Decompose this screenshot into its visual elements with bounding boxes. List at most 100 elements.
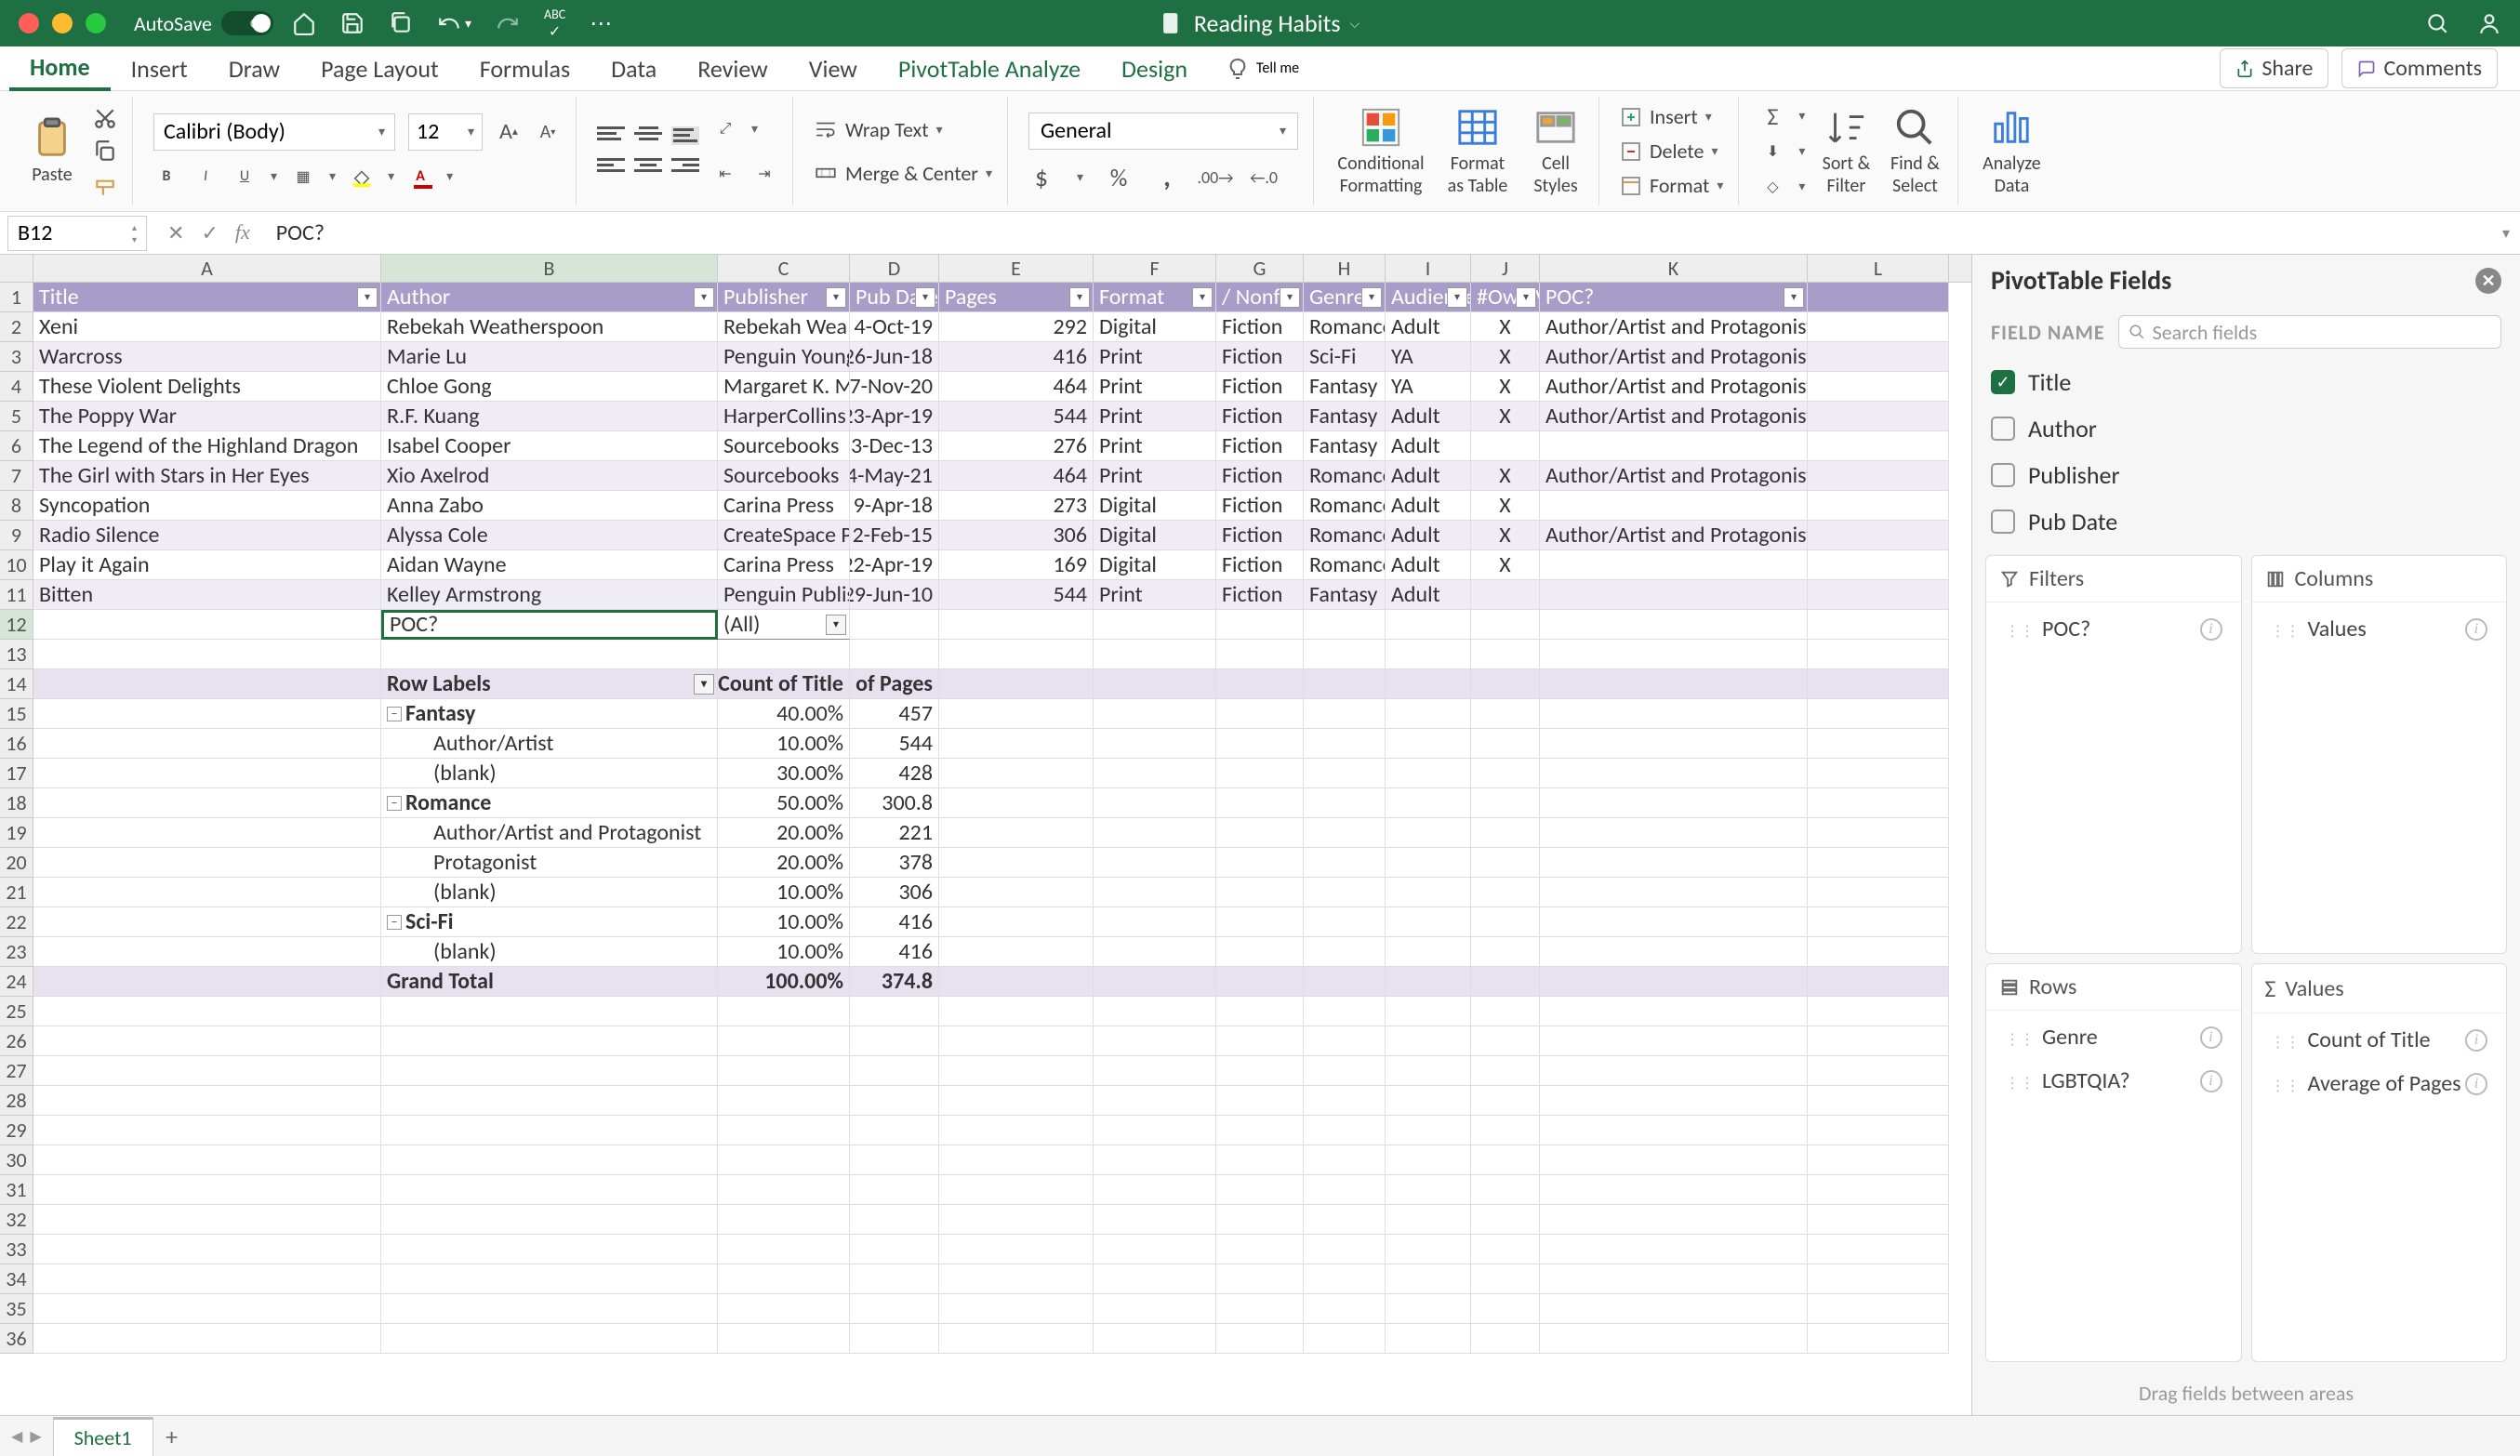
- cell[interactable]: [1386, 759, 1471, 788]
- cell[interactable]: [1304, 818, 1386, 848]
- cell[interactable]: [381, 1026, 718, 1056]
- cell[interactable]: [33, 1264, 381, 1294]
- cell[interactable]: (All)▾: [718, 610, 850, 640]
- cell[interactable]: [33, 1056, 381, 1086]
- cell[interactable]: 10.00%: [718, 729, 850, 759]
- cell[interactable]: [1540, 878, 1808, 907]
- cell[interactable]: [1808, 878, 1949, 907]
- cell[interactable]: Print: [1094, 461, 1216, 491]
- cell[interactable]: [1540, 729, 1808, 759]
- cell[interactable]: [939, 1294, 1094, 1324]
- cell[interactable]: Penguin Young: [718, 342, 850, 372]
- cell[interactable]: Fiction: [1216, 342, 1304, 372]
- row-header[interactable]: 1: [0, 283, 33, 312]
- cell[interactable]: [33, 640, 381, 669]
- font-name-select[interactable]: Calibri (Body)▾: [153, 113, 395, 151]
- cell[interactable]: [1808, 1116, 1949, 1145]
- cell[interactable]: [850, 1294, 939, 1324]
- area-pill[interactable]: ⋮⋮Genrei: [1996, 1018, 2232, 1056]
- column-filter-button[interactable]: ▾: [1447, 287, 1467, 308]
- cell[interactable]: [1808, 580, 1949, 610]
- row-header[interactable]: 2: [0, 312, 33, 342]
- row-labels-dropdown[interactable]: ▾: [694, 674, 714, 695]
- row-header[interactable]: 32: [0, 1205, 33, 1235]
- cell[interactable]: [1094, 937, 1216, 967]
- cell[interactable]: [1471, 1205, 1540, 1235]
- cell[interactable]: [1386, 878, 1471, 907]
- cell[interactable]: X: [1471, 461, 1540, 491]
- cell[interactable]: [939, 967, 1094, 997]
- cell[interactable]: Sourcebooks: [718, 461, 850, 491]
- cell[interactable]: [718, 1294, 850, 1324]
- cell[interactable]: [939, 878, 1094, 907]
- cell[interactable]: [1540, 669, 1808, 699]
- cell[interactable]: [1386, 937, 1471, 967]
- cell[interactable]: 4-Oct-19: [850, 312, 939, 342]
- cell[interactable]: Alyssa Cole: [381, 521, 718, 550]
- cut-icon[interactable]: [93, 106, 117, 130]
- cell[interactable]: [1304, 1294, 1386, 1324]
- cell[interactable]: Sourcebooks: [718, 431, 850, 461]
- sort-filter-button[interactable]: Sort & Filter: [1818, 106, 1874, 197]
- cell[interactable]: Radio Silence: [33, 521, 381, 550]
- cell[interactable]: [850, 1175, 939, 1205]
- cell[interactable]: [1471, 610, 1540, 640]
- orientation-icon[interactable]: ⤢: [712, 116, 738, 142]
- spreadsheet-grid[interactable]: A B C D E F G H I J K L 1Title▾Author▾Pu…: [0, 255, 1971, 1415]
- cell[interactable]: [1094, 1175, 1216, 1205]
- cell[interactable]: X: [1471, 550, 1540, 580]
- cell[interactable]: [850, 1264, 939, 1294]
- col-header-F[interactable]: F: [1094, 255, 1216, 282]
- cell[interactable]: Marie Lu: [381, 342, 718, 372]
- cell[interactable]: 26-Jun-18: [850, 342, 939, 372]
- increase-decimal-icon[interactable]: .00→: [1202, 165, 1228, 191]
- cell[interactable]: [1386, 1235, 1471, 1264]
- cell[interactable]: [850, 1145, 939, 1175]
- collapse-button[interactable]: −: [387, 796, 402, 811]
- row-header[interactable]: 13: [0, 640, 33, 669]
- cell[interactable]: [1540, 1264, 1808, 1294]
- cell[interactable]: [1386, 907, 1471, 937]
- cell[interactable]: 464: [939, 372, 1094, 402]
- cell[interactable]: R.F. Kuang: [381, 402, 718, 431]
- cell[interactable]: [33, 669, 381, 699]
- cell[interactable]: [1386, 729, 1471, 759]
- cell[interactable]: [1094, 1056, 1216, 1086]
- cell[interactable]: 29-Jun-10: [850, 580, 939, 610]
- cell[interactable]: (blank): [381, 878, 718, 907]
- close-pane-icon[interactable]: ✕: [2475, 268, 2501, 294]
- cell[interactable]: [1808, 848, 1949, 878]
- cell[interactable]: [1540, 967, 1808, 997]
- cell[interactable]: 30.00%: [718, 759, 850, 788]
- cancel-formula-icon[interactable]: ✕: [167, 220, 184, 245]
- cell[interactable]: Adult: [1386, 431, 1471, 461]
- checkbox[interactable]: [1991, 463, 2015, 487]
- cell[interactable]: Format▾: [1094, 283, 1216, 312]
- cell[interactable]: [850, 1324, 939, 1354]
- checkbox[interactable]: [1991, 510, 2015, 534]
- cell[interactable]: 221: [850, 818, 939, 848]
- cell[interactable]: Digital: [1094, 521, 1216, 550]
- row-header[interactable]: 19: [0, 818, 33, 848]
- undo-dropdown[interactable]: ▾: [465, 16, 471, 32]
- column-filter-button[interactable]: ▾: [915, 287, 935, 308]
- row-header[interactable]: 15: [0, 699, 33, 729]
- cell[interactable]: [1471, 937, 1540, 967]
- cell[interactable]: [718, 1264, 850, 1294]
- cell[interactable]: [33, 907, 381, 937]
- cell[interactable]: [1094, 788, 1216, 818]
- cell[interactable]: [1471, 1145, 1540, 1175]
- cell[interactable]: [1094, 669, 1216, 699]
- cell[interactable]: [1304, 669, 1386, 699]
- cell[interactable]: [1386, 1145, 1471, 1175]
- cell[interactable]: [718, 1116, 850, 1145]
- cell[interactable]: #Own Voice▾: [1471, 283, 1540, 312]
- row-header[interactable]: 28: [0, 1086, 33, 1116]
- window-zoom[interactable]: [86, 13, 106, 33]
- row-header[interactable]: 24: [0, 967, 33, 997]
- cell[interactable]: Romance: [1304, 521, 1386, 550]
- cell[interactable]: Print: [1094, 342, 1216, 372]
- font-color-icon[interactable]: A: [407, 164, 433, 190]
- row-header[interactable]: 8: [0, 491, 33, 521]
- borders-icon[interactable]: ▦: [290, 164, 316, 190]
